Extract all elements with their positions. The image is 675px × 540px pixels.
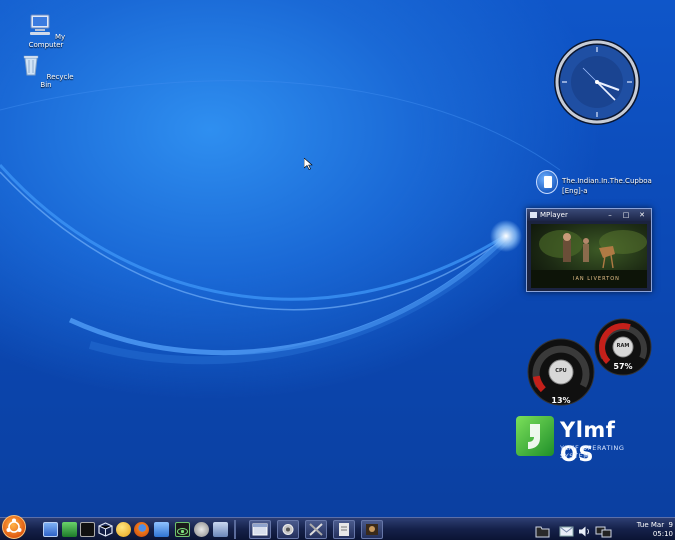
box-icon[interactable] <box>98 522 113 537</box>
mplayer-title: MPlayer <box>540 211 568 219</box>
volume-icon[interactable] <box>577 523 592 537</box>
close-button[interactable]: ✕ <box>637 209 647 221</box>
clock-widget[interactable] <box>553 38 641 126</box>
folder-icon[interactable] <box>535 523 550 538</box>
taskbar-clock[interactable]: Tue Mar 9 05:10 <box>631 521 673 539</box>
computer-icon <box>29 14 50 35</box>
desktop-icon-my-computer[interactable]: My Computer <box>16 14 76 49</box>
video-frame[interactable]: IAN LIVERTON <box>531 224 647 288</box>
network-icon[interactable] <box>595 523 612 538</box>
minimize-button[interactable]: – <box>605 209 615 221</box>
text-editor-icon[interactable] <box>154 522 169 537</box>
task-window[interactable] <box>249 520 271 539</box>
taskbar-separator <box>234 520 236 539</box>
mouse-cursor-icon <box>304 158 313 170</box>
ylmf-logo-icon <box>516 416 554 456</box>
camera-icon[interactable] <box>194 522 209 537</box>
window-icon <box>252 523 268 536</box>
cpu-gauge[interactable]: CPU 13% <box>527 338 595 406</box>
task-tools[interactable] <box>305 520 327 539</box>
cleaner-icon[interactable] <box>62 522 77 537</box>
cpu-gauge-value: 13% <box>551 396 571 405</box>
maximize-button[interactable]: □ <box>621 209 631 221</box>
gear-icon <box>282 524 294 535</box>
tools-icon <box>309 523 323 536</box>
mplayer-window[interactable]: MPlayer – □ ✕ IAN LIVERTON <box>526 208 652 292</box>
window-icon <box>530 212 537 218</box>
mplayer-icon <box>366 524 378 535</box>
taskbar: Tue Mar 9 05:10 <box>0 515 675 540</box>
desktop-icon-label: Recycle Bin <box>40 73 74 89</box>
task-mplayer[interactable] <box>361 520 383 539</box>
document-icon <box>339 523 349 536</box>
task-document[interactable] <box>333 520 355 539</box>
firefox-icon[interactable] <box>134 522 149 537</box>
desktop-file-item[interactable]: The.Indian.In.The.Cupboa [Eng]-a <box>536 168 652 198</box>
logo-subtitle: YLMF OPERATING SYSTEM <box>560 444 625 460</box>
terminal-icon[interactable] <box>80 522 95 537</box>
video-caption: IAN LIVERTON <box>573 276 620 282</box>
clock-time: 05:10 <box>652 530 673 538</box>
ram-gauge-name: RAM <box>616 343 630 349</box>
file-icon <box>536 170 558 194</box>
show-desktop-icon[interactable] <box>43 522 58 537</box>
eye-icon[interactable] <box>175 522 190 537</box>
ylmf-logo: Ylmf OS YLMF OPERATING SYSTEM <box>516 416 656 466</box>
mplayer-titlebar[interactable]: MPlayer – □ ✕ <box>527 209 651 221</box>
file-label: The.Indian.In.The.Cupboa [Eng]-a <box>562 177 652 195</box>
trash-icon <box>24 55 39 76</box>
cpu-gauge-name: CPU <box>555 368 567 374</box>
monitor-icon[interactable] <box>213 522 228 537</box>
smiley-icon[interactable] <box>116 522 131 537</box>
ubuntu-logo-icon <box>6 518 22 533</box>
task-settings[interactable] <box>277 520 299 539</box>
start-button[interactable] <box>2 515 26 539</box>
ram-gauge[interactable]: RAM 57% <box>594 318 652 376</box>
desktop-icon-recycle-bin[interactable]: Recycle Bin <box>16 54 76 89</box>
clock-date: Tue Mar 9 <box>636 521 673 529</box>
mail-icon[interactable] <box>559 523 574 537</box>
ram-gauge-value: 57% <box>613 362 633 371</box>
